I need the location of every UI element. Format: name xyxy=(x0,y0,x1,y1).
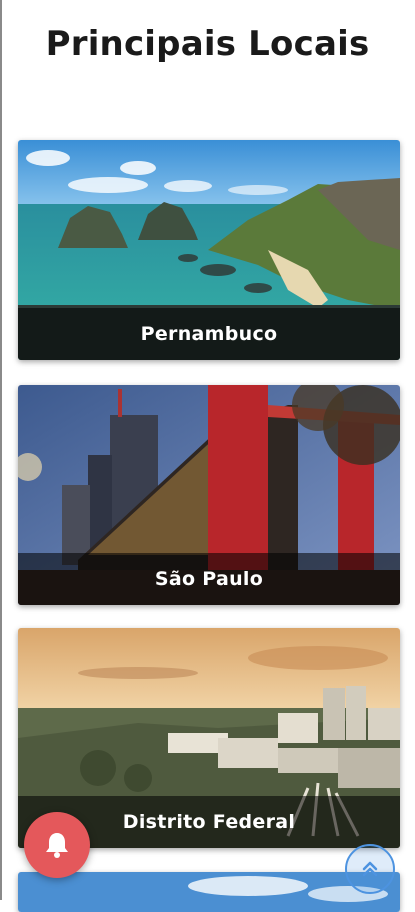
location-card-partial[interactable] xyxy=(18,872,400,912)
location-card-sao-paulo[interactable]: São Paulo xyxy=(18,385,400,605)
location-name: Distrito Federal xyxy=(122,811,296,833)
location-name: São Paulo xyxy=(154,568,264,590)
location-name: Pernambuco xyxy=(140,323,278,345)
notifications-button[interactable] xyxy=(24,812,90,878)
sky-photo xyxy=(18,872,400,912)
scroll-to-top-button[interactable] xyxy=(345,844,395,894)
left-edge-divider xyxy=(0,0,2,900)
chevron-up-icon xyxy=(362,861,378,877)
location-card-distrito-federal[interactable]: Distrito Federal xyxy=(18,628,400,848)
page-title: Principais Locais xyxy=(45,24,370,64)
location-card-pernambuco[interactable]: Pernambuco xyxy=(18,140,400,360)
location-caption-bar: São Paulo xyxy=(18,553,400,605)
bell-icon xyxy=(46,833,68,858)
location-caption-bar: Pernambuco xyxy=(18,308,400,360)
